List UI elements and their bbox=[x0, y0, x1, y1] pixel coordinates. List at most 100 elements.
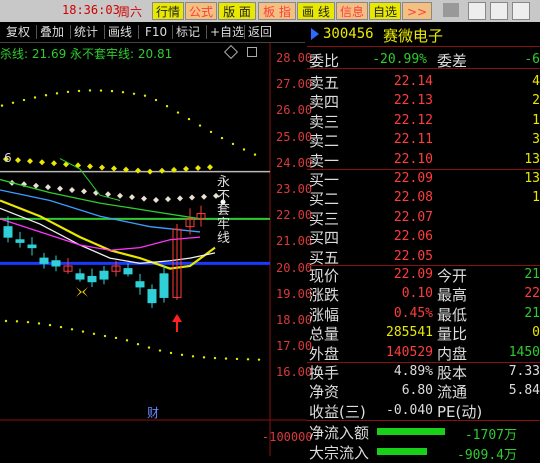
bid-price: 22.06 bbox=[393, 229, 433, 245]
envelope-dot bbox=[242, 148, 246, 151]
butterfly-icon bbox=[82, 287, 88, 297]
menu-more[interactable]: >> bbox=[402, 2, 432, 20]
stat-label: 内盘 bbox=[437, 344, 468, 363]
shirt-icon[interactable] bbox=[443, 3, 459, 17]
separator-line bbox=[307, 68, 540, 69]
diamond-mark bbox=[153, 197, 159, 204]
candle-body bbox=[135, 281, 145, 288]
envelope-dot bbox=[70, 328, 74, 331]
ask-label: 卖五 bbox=[309, 74, 340, 92]
envelope-dot bbox=[66, 90, 70, 94]
envelope-dot bbox=[0, 104, 4, 107]
menu-hangqing[interactable]: 行情 bbox=[152, 2, 184, 20]
separator bbox=[172, 25, 173, 39]
flow-bar bbox=[377, 428, 445, 435]
bid-price: 22.08 bbox=[393, 190, 433, 206]
envelope-dot bbox=[235, 357, 239, 361]
diamond-mark bbox=[81, 188, 87, 195]
ask-volume: 1 bbox=[532, 112, 540, 128]
diamond-mark bbox=[99, 164, 105, 171]
envelope-dot bbox=[191, 355, 195, 358]
envelope-dot bbox=[220, 136, 224, 140]
diamond-mark bbox=[189, 194, 195, 201]
btn-biaoji[interactable]: 标记 bbox=[176, 24, 200, 40]
envelope-dot bbox=[125, 339, 129, 342]
stat-label: 收益(三) bbox=[309, 402, 366, 421]
stat-value: 6.80 bbox=[401, 383, 433, 399]
weibi-value: -20.99% bbox=[372, 52, 427, 67]
btn-huaxian[interactable]: 画线 bbox=[108, 24, 132, 40]
clock: 18:36:03 bbox=[62, 3, 120, 17]
btn-add-watchlist[interactable]: +自选 bbox=[210, 24, 244, 40]
ma-blue bbox=[0, 189, 201, 233]
close-button[interactable] bbox=[512, 2, 530, 20]
diamond-mark bbox=[69, 187, 75, 193]
flow-bar bbox=[377, 448, 427, 455]
envelope-dot bbox=[224, 357, 228, 360]
btn-fuquan[interactable]: 复权 bbox=[6, 24, 30, 40]
ask-price: 22.13 bbox=[393, 93, 433, 109]
envelope-dot bbox=[187, 117, 191, 121]
btn-f10[interactable]: F10 bbox=[145, 24, 167, 40]
btn-diejia[interactable]: 叠加 bbox=[40, 24, 64, 40]
menu-zixuan[interactable]: 自选 bbox=[369, 2, 401, 20]
envelope-dot bbox=[59, 325, 63, 329]
separator bbox=[104, 25, 105, 39]
restore-button[interactable] bbox=[490, 2, 508, 20]
btn-back[interactable]: 返回 bbox=[248, 24, 272, 40]
envelope-dot bbox=[33, 96, 37, 99]
menu-banzhi[interactable]: 板 指 bbox=[258, 2, 296, 20]
flow-label: 大宗流入 bbox=[309, 444, 370, 462]
candle-body bbox=[3, 226, 13, 238]
stat-label: 净资 bbox=[309, 383, 340, 402]
weekday: 周六 bbox=[118, 5, 143, 19]
menu-banmian[interactable]: 版 面 bbox=[218, 2, 256, 20]
stat-label: 涨幅 bbox=[309, 305, 340, 324]
envelope-dot bbox=[132, 92, 136, 95]
separator-line bbox=[307, 46, 540, 47]
minimize-button[interactable] bbox=[468, 2, 486, 20]
kline-chart[interactable] bbox=[0, 42, 307, 456]
ask-volume: 13 bbox=[524, 151, 540, 167]
btn-tongji[interactable]: 统计 bbox=[74, 24, 98, 40]
candle-body bbox=[15, 239, 25, 243]
stat-value: 0.10 bbox=[401, 286, 433, 302]
diamond-mark bbox=[135, 167, 141, 174]
envelope-dot bbox=[213, 356, 217, 360]
menu-gongshi[interactable]: 公式 bbox=[185, 2, 217, 20]
diamond-mark bbox=[51, 160, 57, 167]
envelope-dot bbox=[11, 101, 15, 104]
ask-price: 22.14 bbox=[393, 74, 433, 89]
buy-arrow-icon bbox=[172, 314, 182, 322]
envelope-dot bbox=[37, 322, 41, 325]
stat-value: 7.33 bbox=[508, 364, 540, 379]
ask-price: 22.12 bbox=[393, 112, 433, 128]
stock-code: 300456 bbox=[323, 26, 374, 42]
volume-tick: -100000 bbox=[262, 430, 313, 444]
menu-huaxian[interactable]: 画 线 bbox=[297, 2, 335, 20]
stat-label: 现价 bbox=[309, 267, 340, 285]
separator bbox=[206, 25, 207, 39]
candle-body bbox=[87, 275, 97, 283]
play-icon[interactable] bbox=[311, 28, 319, 40]
envelope-dot bbox=[88, 89, 92, 92]
envelope-dot bbox=[92, 332, 96, 336]
diamond-mark bbox=[177, 195, 183, 202]
envelope-dot bbox=[231, 142, 235, 146]
bid-label: 买三 bbox=[309, 209, 340, 228]
menu-xinxi[interactable]: 信息 bbox=[336, 2, 368, 20]
bid-volume: 13 bbox=[524, 171, 540, 186]
envelope-dot bbox=[158, 349, 162, 352]
stat-label: 最低 bbox=[437, 305, 468, 324]
candle-body bbox=[99, 270, 109, 280]
diamond-mark bbox=[45, 184, 51, 191]
separator-line bbox=[307, 265, 540, 266]
stock-name: 赛微电子 bbox=[383, 27, 444, 45]
diamond-mark bbox=[15, 157, 21, 164]
quote-panel: 300456 赛微电子 委比 -20.99% 委差 -6 卖五 22.14 4 卖四 22.13… bbox=[307, 22, 540, 463]
ask-label: 卖一 bbox=[309, 151, 340, 170]
diamond-mark bbox=[87, 163, 93, 170]
ask-volume: 4 bbox=[532, 74, 540, 89]
envelope-dot bbox=[246, 358, 250, 361]
diamond-mark bbox=[159, 167, 165, 174]
